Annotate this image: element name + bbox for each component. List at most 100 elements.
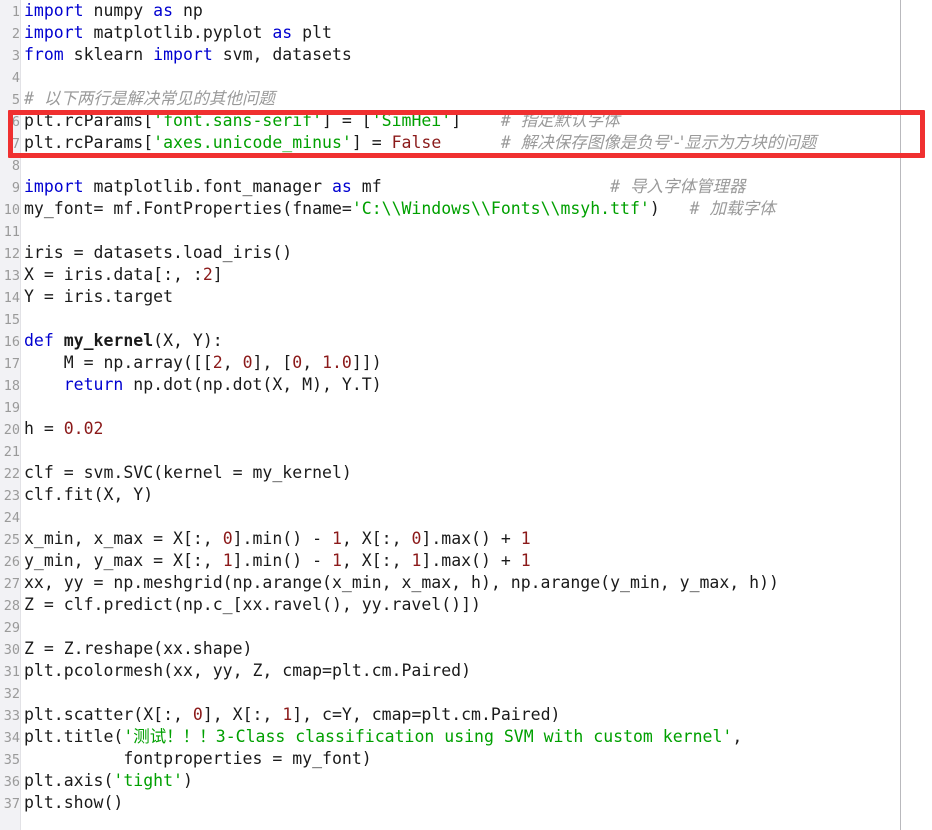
code-line-text[interactable]: Z = clf.predict(np.c_[xx.ravel(), yy.rav… — [20, 594, 481, 616]
code-line[interactable]: 28 Z = clf.predict(np.c_[xx.ravel(), yy.r… — [0, 594, 932, 616]
line-number: 28 — [3, 598, 20, 614]
code-line[interactable]: 1 import numpy as np — [0, 0, 932, 22]
line-number: 15 — [3, 312, 20, 328]
code-line-text[interactable] — [20, 396, 34, 418]
line-number: 19 — [3, 400, 20, 416]
code-line[interactable]: 2 import matplotlib.pyplot as plt — [0, 22, 932, 44]
line-number: 8 — [11, 158, 20, 174]
line-number: 30 — [3, 642, 20, 658]
code-line[interactable]: 25 x_min, x_max = X[:, 0].min() - 1, X[:,… — [0, 528, 932, 550]
code-line[interactable]: 18 return np.dot(np.dot(X, M), Y.T) — [0, 374, 932, 396]
code-line-text[interactable]: x_min, x_max = X[:, 0].min() - 1, X[:, 0… — [20, 528, 531, 550]
line-number: 20 — [3, 422, 20, 438]
code-line-text[interactable]: plt.title('测试！！！3-Class classification u… — [20, 726, 742, 748]
code-line[interactable]: 30 Z = Z.reshape(xx.shape) — [0, 638, 932, 660]
code-line[interactable]: 13 X = iris.data[:, :2] — [0, 264, 932, 286]
code-line-text[interactable]: def my_kernel(X, Y): — [20, 330, 223, 352]
code-line-text[interactable]: Z = Z.reshape(xx.shape) — [20, 638, 252, 660]
code-line[interactable]: 10 my_font= mf.FontProperties(fname='C:\\… — [0, 198, 932, 220]
code-line-text[interactable] — [20, 440, 34, 462]
code-line-text[interactable]: fontproperties = my_font) — [20, 748, 371, 770]
code-line-text[interactable] — [20, 66, 34, 88]
code-line[interactable]: 8 — [0, 154, 932, 176]
code-line[interactable]: 14 Y = iris.target — [0, 286, 932, 308]
code-line-text[interactable]: import matplotlib.pyplot as plt — [20, 22, 332, 44]
line-number: 27 — [3, 576, 20, 592]
code-line-text[interactable]: my_font= mf.FontProperties(fname='C:\\Wi… — [20, 198, 775, 220]
code-line-text[interactable]: h = 0.02 — [20, 418, 104, 440]
code-editor[interactable]: 1 import numpy as np 2 import matplotlib.py… — [0, 0, 932, 830]
line-number: 23 — [3, 488, 20, 504]
line-number: 29 — [3, 620, 20, 636]
line-number: 6 — [11, 114, 20, 130]
code-line[interactable]: 6 plt.rcParams['font.sans-serif'] = ['Sim… — [0, 110, 932, 132]
code-line-text[interactable]: # 以下两行是解决常见的其他问题 — [20, 88, 275, 110]
code-line-text[interactable] — [20, 308, 34, 330]
code-line[interactable]: 24 — [0, 506, 932, 528]
code-line[interactable]: 35 fontproperties = my_font) — [0, 748, 932, 770]
code-line[interactable]: 9 import matplotlib.font_manager as mf # … — [0, 176, 932, 198]
line-number: 4 — [11, 70, 20, 86]
code-line-text[interactable] — [20, 154, 34, 176]
code-content[interactable]: 1 import numpy as np 2 import matplotlib.py… — [0, 0, 932, 814]
line-number: 1 — [11, 4, 20, 20]
code-line-text[interactable]: import numpy as np — [20, 0, 203, 22]
code-line-text[interactable]: plt.scatter(X[:, 0], X[:, 1], c=Y, cmap=… — [20, 704, 560, 726]
code-line-text[interactable]: plt.rcParams['font.sans-serif'] = ['SimH… — [20, 110, 620, 132]
code-line-text[interactable]: plt.axis('tight') — [20, 770, 193, 792]
line-number: 24 — [3, 510, 20, 526]
code-line[interactable]: 23 clf.fit(X, Y) — [0, 484, 932, 506]
code-line-text[interactable]: xx, yy = np.meshgrid(np.arange(x_min, x_… — [20, 572, 779, 594]
line-number: 25 — [3, 532, 20, 548]
code-line[interactable]: 3 from sklearn import svm, datasets — [0, 44, 932, 66]
code-line[interactable]: 7 plt.rcParams['axes.unicode_minus'] = Fa… — [0, 132, 932, 154]
code-line-text[interactable]: clf.fit(X, Y) — [20, 484, 153, 506]
code-line-text[interactable]: X = iris.data[:, :2] — [20, 264, 223, 286]
code-line[interactable]: 32 — [0, 682, 932, 704]
code-line-text[interactable]: clf = svm.SVC(kernel = my_kernel) — [20, 462, 352, 484]
line-number: 21 — [3, 444, 20, 460]
code-line[interactable]: 11 — [0, 220, 932, 242]
code-line[interactable]: 17 M = np.array([[2, 0], [0, 1.0]]) — [0, 352, 932, 374]
line-number: 18 — [3, 378, 20, 394]
code-line[interactable]: 21 — [0, 440, 932, 462]
line-number: 35 — [3, 752, 20, 768]
code-line-text[interactable]: M = np.array([[2, 0], [0, 1.0]]) — [20, 352, 382, 374]
line-number: 11 — [3, 224, 20, 240]
code-line[interactable]: 16 def my_kernel(X, Y): — [0, 330, 932, 352]
code-line[interactable]: 20 h = 0.02 — [0, 418, 932, 440]
code-line-text[interactable]: iris = datasets.load_iris() — [20, 242, 292, 264]
code-line[interactable]: 5 # 以下两行是解决常见的其他问题 — [0, 88, 932, 110]
code-line[interactable]: 22 clf = svm.SVC(kernel = my_kernel) — [0, 462, 932, 484]
code-line[interactable]: 34 plt.title('测试！！！3-Class classification… — [0, 726, 932, 748]
code-line-text[interactable] — [20, 506, 34, 528]
code-line[interactable]: 15 — [0, 308, 932, 330]
code-line[interactable]: 4 — [0, 66, 932, 88]
code-line[interactable]: 19 — [0, 396, 932, 418]
code-line[interactable]: 27 xx, yy = np.meshgrid(np.arange(x_min, … — [0, 572, 932, 594]
code-line-text[interactable]: import matplotlib.font_manager as mf # 导… — [20, 176, 746, 198]
code-line[interactable]: 26 y_min, y_max = X[:, 1].min() - 1, X[:,… — [0, 550, 932, 572]
code-line[interactable]: 12 iris = datasets.load_iris() — [0, 242, 932, 264]
line-number: 16 — [3, 334, 20, 350]
line-number: 9 — [11, 180, 20, 196]
code-line[interactable]: 31 plt.pcolormesh(xx, yy, Z, cmap=plt.cm.… — [0, 660, 932, 682]
line-number: 14 — [3, 290, 20, 306]
code-line-text[interactable]: plt.rcParams['axes.unicode_minus'] = Fal… — [20, 132, 816, 154]
code-line[interactable]: 33 plt.scatter(X[:, 0], X[:, 1], c=Y, cma… — [0, 704, 932, 726]
line-number: 3 — [11, 48, 20, 64]
code-line[interactable]: 37 plt.show() — [0, 792, 932, 814]
code-line-text[interactable]: plt.pcolormesh(xx, yy, Z, cmap=plt.cm.Pa… — [20, 660, 471, 682]
code-line-text[interactable] — [20, 682, 34, 704]
code-line-text[interactable]: return np.dot(np.dot(X, M), Y.T) — [20, 374, 382, 396]
code-line[interactable]: 29 — [0, 616, 932, 638]
line-number: 22 — [3, 466, 20, 482]
code-line-text[interactable] — [20, 616, 34, 638]
code-line-text[interactable]: from sklearn import svm, datasets — [20, 44, 352, 66]
line-number: 10 — [3, 202, 20, 218]
code-line-text[interactable]: Y = iris.target — [20, 286, 173, 308]
code-line[interactable]: 36 plt.axis('tight') — [0, 770, 932, 792]
code-line-text[interactable]: y_min, y_max = X[:, 1].min() - 1, X[:, 1… — [20, 550, 531, 572]
code-line-text[interactable] — [20, 220, 34, 242]
code-line-text[interactable]: plt.show() — [20, 792, 123, 814]
